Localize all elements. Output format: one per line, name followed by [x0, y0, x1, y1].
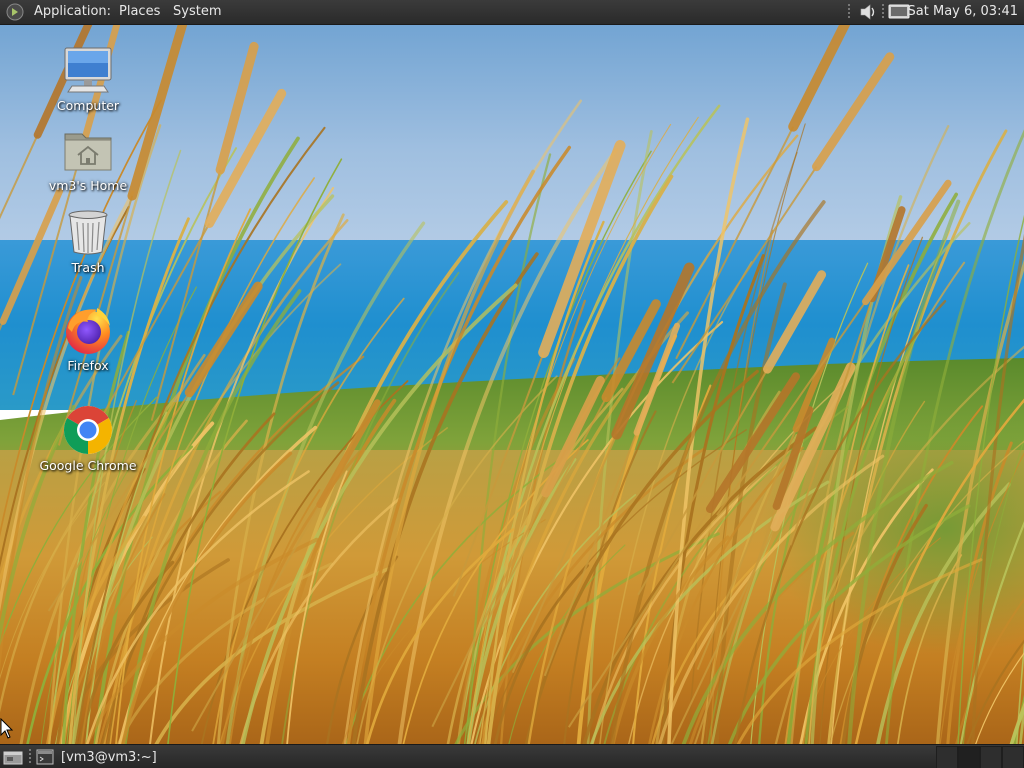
desktop-icon-firefox[interactable]: Firefox [33, 304, 143, 373]
desktop-icon-label: Google Chrome [39, 458, 137, 473]
desktop[interactable]: Application: Places System Sat May 6, 03… [0, 0, 1024, 768]
desktop-icon-trash[interactable]: Trash [33, 206, 143, 275]
system-menu[interactable]: System [173, 4, 221, 20]
workspace-2[interactable] [958, 746, 980, 768]
top-panel: Application: Places System Sat May 6, 03… [0, 0, 1024, 25]
taskbar-item-label: [vm3@vm3:~] [61, 749, 157, 765]
desktop-icon-chrome[interactable]: Google Chrome [33, 404, 143, 473]
computer-monitor-icon [64, 47, 112, 93]
volume-icon[interactable] [858, 3, 878, 21]
firefox-icon [66, 308, 110, 354]
places-menu[interactable]: Places [119, 4, 160, 20]
mouse-cursor-icon [0, 718, 14, 739]
tray-separator [882, 4, 884, 20]
workspace-1[interactable] [936, 746, 958, 768]
desktop-icon-label: Trash [71, 260, 105, 275]
bottom-panel: [vm3@vm3:~] [0, 744, 1024, 768]
desktop-icon-home[interactable]: vm3's Home [33, 124, 143, 193]
taskbar-separator [29, 749, 31, 765]
trash-icon [68, 210, 108, 255]
tray-separator [848, 4, 850, 20]
chrome-icon [63, 405, 113, 454]
show-desktop-icon[interactable] [3, 748, 23, 766]
desktop-icon-computer[interactable]: Computer [33, 44, 143, 113]
wallpaper [0, 0, 1024, 768]
desktop-icon-label: Computer [56, 98, 120, 113]
clock[interactable]: Sat May 6, 03:41 [908, 4, 1018, 20]
taskbar-item-terminal[interactable]: [vm3@vm3:~] [36, 747, 276, 767]
distro-logo-icon[interactable] [6, 3, 24, 21]
home-folder-icon [64, 133, 112, 171]
desktop-icon-label: vm3's Home [48, 178, 128, 193]
applications-menu[interactable]: Application: [34, 4, 111, 20]
desktop-icon-label: Firefox [67, 358, 109, 373]
workspace-3[interactable] [980, 746, 1002, 768]
workspace-4[interactable] [1002, 746, 1024, 768]
terminal-icon [36, 749, 54, 765]
